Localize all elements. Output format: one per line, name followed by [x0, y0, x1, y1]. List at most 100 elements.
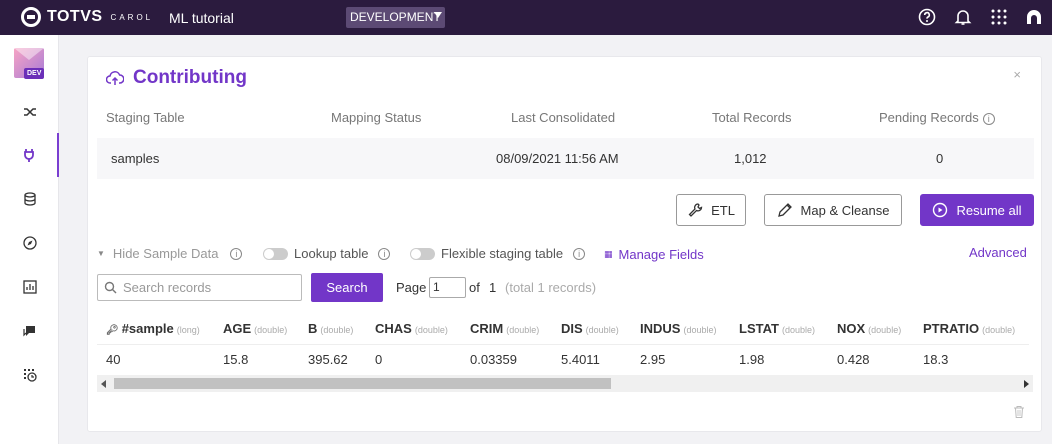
- table-cell: 0: [375, 352, 383, 367]
- manage-fields-link[interactable]: ▦ Manage Fields: [604, 247, 704, 262]
- resume-all-button[interactable]: Resume all: [920, 194, 1034, 226]
- info-icon[interactable]: i: [573, 247, 586, 260]
- table-cell: 18.3: [923, 352, 949, 367]
- column-type: (double): [982, 325, 1016, 335]
- column-name: INDUS: [640, 321, 681, 336]
- user-icon[interactable]: [1025, 8, 1043, 26]
- brand-logo[interactable]: TOTVS CAROL: [21, 7, 153, 27]
- sidebar-item-schedule[interactable]: [0, 353, 59, 397]
- header-last-consolidated: Last Consolidated: [511, 110, 616, 125]
- info-icon[interactable]: i: [982, 112, 995, 125]
- sidebar-item-connectors[interactable]: [0, 133, 59, 177]
- table-cell: 40: [106, 352, 121, 367]
- fields-list-icon: ▦: [604, 249, 613, 259]
- scroll-right-arrow-icon[interactable]: [1024, 380, 1029, 388]
- apps-grid-icon[interactable]: [990, 8, 1008, 26]
- chart-icon: [22, 280, 37, 294]
- compass-icon: [22, 236, 37, 250]
- environment-selector[interactable]: DEVELOPMENT: [346, 7, 445, 28]
- lookup-table-toggle[interactable]: [263, 247, 288, 260]
- panel-title: Contributing: [133, 67, 247, 88]
- chevron-down-icon[interactable]: [434, 12, 442, 18]
- column-type: (double): [781, 325, 815, 335]
- scrollbar-thumb[interactable]: [114, 378, 611, 389]
- dev-badge: DEV: [24, 68, 45, 79]
- column-header-indus[interactable]: INDUS (double): [640, 321, 716, 336]
- table-cell: 395.62: [308, 352, 348, 367]
- close-icon[interactable]: ×: [1013, 67, 1021, 82]
- sidebar-item-messages[interactable]: [0, 309, 59, 353]
- column-header-dis[interactable]: DIS (double): [561, 321, 619, 336]
- lookup-table-label: Lookup table: [294, 246, 369, 261]
- column-header-age[interactable]: AGE (double): [223, 321, 287, 336]
- table-divider: [97, 344, 1029, 345]
- total-records-label: (total 1 records): [505, 280, 597, 295]
- shuffle-icon: [23, 108, 36, 116]
- trash-icon[interactable]: [1014, 406, 1024, 418]
- column-type: (long): [176, 325, 200, 335]
- lookup-table-option: Lookup table i: [263, 246, 391, 261]
- play-circle-icon: [933, 202, 948, 218]
- page-label: Page: [396, 280, 427, 295]
- column-name: CHAS: [375, 321, 412, 336]
- table-cell: 1.98: [739, 352, 765, 367]
- column-header-crim[interactable]: CRIM (double): [470, 321, 539, 336]
- plug-icon: [23, 149, 34, 162]
- manage-fields-label: Manage Fields: [618, 247, 704, 262]
- hide-sample-toggle[interactable]: ▼ Hide Sample Data i: [97, 246, 243, 261]
- table-cell: 5.4011: [561, 352, 600, 367]
- pending-records-value: 0: [936, 151, 944, 166]
- column-header-ptratio[interactable]: PTRATIO (double): [923, 321, 1015, 336]
- header-pending-records-label: Pending Records: [879, 110, 979, 125]
- advanced-link[interactable]: Advanced: [969, 245, 1027, 260]
- column-type: (double): [414, 325, 448, 335]
- column-type: (double): [868, 325, 902, 335]
- column-type: (double): [254, 325, 288, 335]
- column-name: #sample: [121, 321, 174, 336]
- scroll-left-arrow-icon[interactable]: [101, 380, 106, 388]
- column-name: NOX: [837, 321, 866, 336]
- column-header-b[interactable]: B (double): [308, 321, 353, 336]
- flexible-staging-toggle[interactable]: [410, 247, 435, 260]
- staging-table-value[interactable]: samples: [111, 151, 159, 166]
- table-cell: 2.95: [640, 352, 666, 367]
- sidebar: DEV: [0, 35, 59, 444]
- column-header-lstat[interactable]: LSTAT (double): [739, 321, 815, 336]
- search-button[interactable]: Search: [311, 273, 383, 302]
- map-cleanse-button[interactable]: Map & Cleanse: [764, 194, 902, 226]
- help-icon[interactable]: [918, 8, 936, 26]
- column-header-nox[interactable]: NOX (double): [837, 321, 901, 336]
- column-name: DIS: [561, 321, 583, 336]
- contributing-panel: Contributing × Staging Table Mapping Sta…: [87, 56, 1042, 432]
- header-total-records: Total Records: [712, 110, 792, 125]
- column-type: (double): [320, 325, 354, 335]
- info-icon[interactable]: i: [378, 247, 391, 260]
- search-input[interactable]: [123, 280, 293, 295]
- column-header-sample[interactable]: 🔑︎ #sample (long): [106, 321, 200, 336]
- etl-button[interactable]: ETL: [676, 194, 746, 226]
- sidebar-item-explore[interactable]: [0, 221, 59, 265]
- column-header-chas[interactable]: CHAS (double): [375, 321, 448, 336]
- of-label: of: [469, 280, 480, 295]
- brand-subname: CAROL: [110, 13, 154, 22]
- last-consolidated-value: 08/09/2021 11:56 AM: [496, 151, 619, 166]
- total-pages: 1: [489, 280, 497, 295]
- header-mapping-status: Mapping Status: [331, 110, 422, 125]
- bell-icon[interactable]: [954, 8, 972, 26]
- sidebar-item-flows[interactable]: [0, 90, 59, 134]
- caret-down-icon: ▼: [97, 249, 105, 258]
- column-name: PTRATIO: [923, 321, 980, 336]
- info-icon[interactable]: i: [230, 247, 243, 260]
- app-title: ML tutorial: [169, 10, 234, 26]
- column-type: (double): [585, 325, 619, 335]
- sidebar-item-analytics[interactable]: [0, 265, 59, 309]
- flexible-staging-label: Flexible staging table: [441, 246, 564, 261]
- column-name: LSTAT: [739, 321, 779, 336]
- sidebar-item-data-models[interactable]: [0, 177, 59, 221]
- horizontal-scrollbar[interactable]: [97, 375, 1033, 392]
- resume-all-button-label: Resume all: [956, 202, 1022, 218]
- column-name: AGE: [223, 321, 252, 336]
- search-field[interactable]: [97, 274, 302, 301]
- page-number-input[interactable]: 1: [429, 277, 466, 298]
- table-cell: 0.03359: [470, 352, 517, 367]
